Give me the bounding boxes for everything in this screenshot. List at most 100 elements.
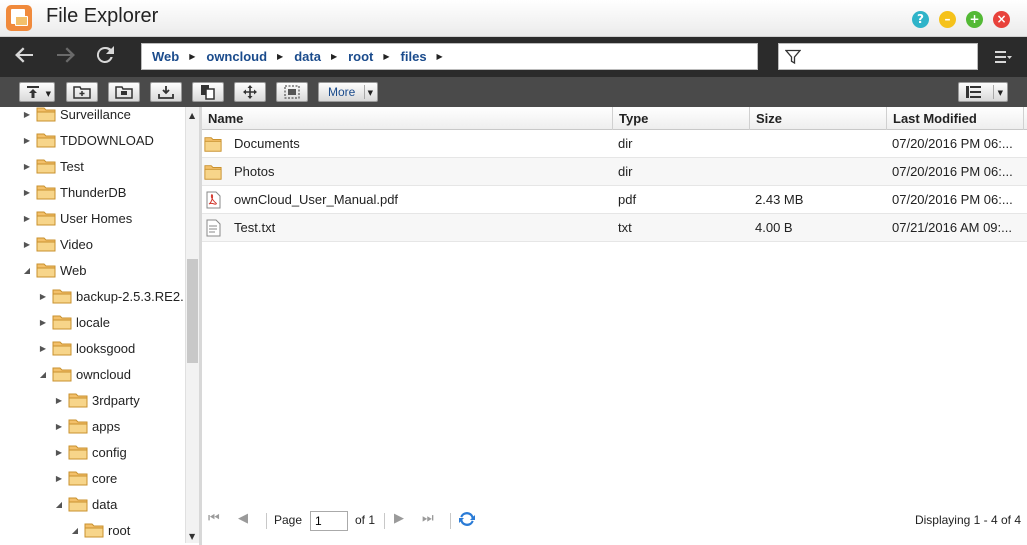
breadcrumb-separator-icon: ▶ — [383, 52, 390, 61]
tree-item-label: apps — [92, 418, 121, 434]
cell-modified: 07/20/2016 PM 06:... — [892, 192, 1013, 207]
table-row[interactable]: Photos dir 07/20/2016 PM 06:... — [202, 158, 1027, 186]
view-mode-button[interactable]: ▼ — [958, 82, 1008, 102]
tree-item-looksgood[interactable]: ▶ looksgood — [38, 337, 135, 359]
refresh-icon[interactable] — [458, 510, 476, 528]
file-grid: Name Type Size Last Modified Documents d… — [202, 107, 1027, 543]
tree-item-video[interactable]: ▶ Video — [22, 233, 93, 255]
move-button[interactable] — [234, 82, 266, 102]
last-page-icon[interactable]: ⏭ — [422, 511, 434, 526]
copy-icon — [201, 85, 215, 100]
cell-name: Documents — [234, 136, 300, 151]
scroll-down-icon[interactable]: ▼ — [189, 532, 195, 541]
first-page-icon[interactable]: ⏮ — [208, 511, 220, 526]
folder-add-icon — [115, 86, 133, 99]
tree-item-user-homes[interactable]: ▶ User Homes — [22, 207, 132, 229]
breadcrumb-owncloud[interactable]: owncloud — [206, 49, 267, 64]
page-number-input[interactable] — [310, 511, 348, 531]
list-menu-icon[interactable] — [994, 48, 1012, 66]
collapse-arrow-icon[interactable]: ◢ — [22, 266, 32, 275]
back-arrow-icon[interactable] — [10, 43, 38, 71]
folder-icon — [68, 419, 88, 433]
new-folder-button[interactable] — [66, 82, 98, 102]
folder-icon — [36, 185, 56, 199]
table-row[interactable]: Test.txt txt 4.00 B 07/21/2016 AM 09:... — [202, 214, 1027, 242]
cell-size — [755, 158, 885, 186]
maximize-button[interactable]: + — [966, 11, 983, 28]
new-file-button[interactable] — [108, 82, 140, 102]
collapse-arrow-icon[interactable]: ◢ — [54, 500, 64, 509]
expand-arrow-icon[interactable]: ▶ — [22, 162, 32, 171]
column-header-name[interactable]: Name — [202, 107, 613, 130]
breadcrumb-web[interactable]: Web — [152, 49, 179, 64]
column-header-type[interactable]: Type — [613, 107, 750, 130]
window-title: File Explorer — [46, 5, 159, 27]
copy-button[interactable] — [192, 82, 224, 102]
breadcrumb-root[interactable]: root — [348, 49, 373, 64]
next-page-icon[interactable]: ▶ — [394, 511, 404, 526]
tree-item-tddownload[interactable]: ▶ TDDOWNLOAD — [22, 129, 154, 151]
select-all-button[interactable] — [276, 82, 308, 102]
refresh-icon[interactable] — [91, 43, 119, 71]
expand-arrow-icon[interactable]: ▶ — [54, 448, 64, 457]
tree-item-test[interactable]: ▶ Test — [22, 155, 84, 177]
tree-item-label: root — [108, 522, 131, 538]
expand-arrow-icon[interactable]: ▶ — [38, 318, 48, 327]
tree-item-root[interactable]: ◢ root — [70, 519, 130, 541]
minimize-button[interactable]: – — [939, 11, 956, 28]
more-button[interactable]: More ▼ — [318, 82, 378, 102]
tree-item-core[interactable]: ▶ core — [54, 467, 117, 489]
expand-arrow-icon[interactable]: ▶ — [22, 240, 32, 249]
pdf-file-icon — [206, 191, 221, 209]
breadcrumb: Web ▶ owncloud ▶ data ▶ root ▶ files ▶ — [141, 43, 758, 70]
tree-item-web[interactable]: ◢ Web — [22, 259, 87, 281]
breadcrumb-data[interactable]: data — [294, 49, 321, 64]
scrollbar-thumb[interactable] — [187, 259, 198, 363]
tree-item-config[interactable]: ▶ config — [54, 441, 127, 463]
previous-page-icon[interactable]: ◀ — [238, 511, 248, 526]
breadcrumb-files[interactable]: files — [401, 49, 427, 64]
tree-scrollbar[interactable]: ▲ ▼ — [185, 107, 199, 543]
tree-item-label: Video — [60, 236, 94, 252]
cell-size: 4.00 B — [755, 220, 793, 235]
filter-input[interactable] — [807, 46, 972, 67]
tree-item-thunderdb[interactable]: ▶ ThunderDB — [22, 181, 127, 203]
page-count-label: of 1 — [355, 513, 376, 527]
forward-arrow-icon[interactable] — [52, 43, 80, 71]
expand-arrow-icon[interactable]: ▶ — [22, 214, 32, 223]
tree-item-apps[interactable]: ▶ apps — [54, 415, 120, 437]
expand-arrow-icon[interactable]: ▶ — [22, 188, 32, 197]
collapse-arrow-icon[interactable]: ◢ — [38, 370, 48, 379]
column-header-size[interactable]: Size — [750, 107, 887, 130]
tree-item-surveillance[interactable]: ▶ Surveillance — [22, 107, 131, 125]
tree-item-owncloud[interactable]: ◢ owncloud — [38, 363, 131, 385]
expand-arrow-icon[interactable]: ▶ — [54, 474, 64, 483]
download-icon — [158, 86, 174, 99]
column-header-last-modified[interactable]: Last Modified — [887, 107, 1024, 130]
expand-arrow-icon[interactable]: ▶ — [38, 344, 48, 353]
expand-arrow-icon[interactable]: ▶ — [54, 422, 64, 431]
expand-arrow-icon[interactable]: ▶ — [38, 292, 48, 301]
tree-item-locale[interactable]: ▶ locale — [38, 311, 110, 333]
text-file-icon — [206, 219, 221, 237]
tree-item-backup[interactable]: ▶ backup-2.5.3.RE2. — [38, 285, 184, 307]
cell-name: Test.txt — [234, 220, 276, 235]
table-row[interactable]: Documents dir 07/20/2016 PM 06:... — [202, 130, 1027, 158]
download-button[interactable] — [150, 82, 182, 102]
scroll-up-icon[interactable]: ▲ — [189, 111, 195, 120]
cell-type: dir — [618, 136, 633, 151]
help-button[interactable]: ? — [912, 11, 929, 28]
expand-arrow-icon[interactable]: ▶ — [22, 110, 32, 119]
upload-button[interactable]: ▼ — [19, 82, 55, 102]
upload-icon — [27, 86, 39, 98]
table-row[interactable]: ownCloud_User_Manual.pdf pdf 2.43 MB 07/… — [202, 186, 1027, 214]
tree-item-3rdparty[interactable]: ▶ 3rdparty — [54, 389, 140, 411]
expand-arrow-icon[interactable]: ▶ — [22, 136, 32, 145]
close-button[interactable]: × — [993, 11, 1010, 28]
tree-item-data[interactable]: ◢ data — [54, 493, 117, 515]
folder-icon — [68, 471, 88, 485]
cell-type: dir — [618, 164, 633, 179]
collapse-arrow-icon[interactable]: ◢ — [70, 526, 80, 535]
expand-arrow-icon[interactable]: ▶ — [54, 396, 64, 405]
more-button-label: More — [328, 85, 356, 99]
